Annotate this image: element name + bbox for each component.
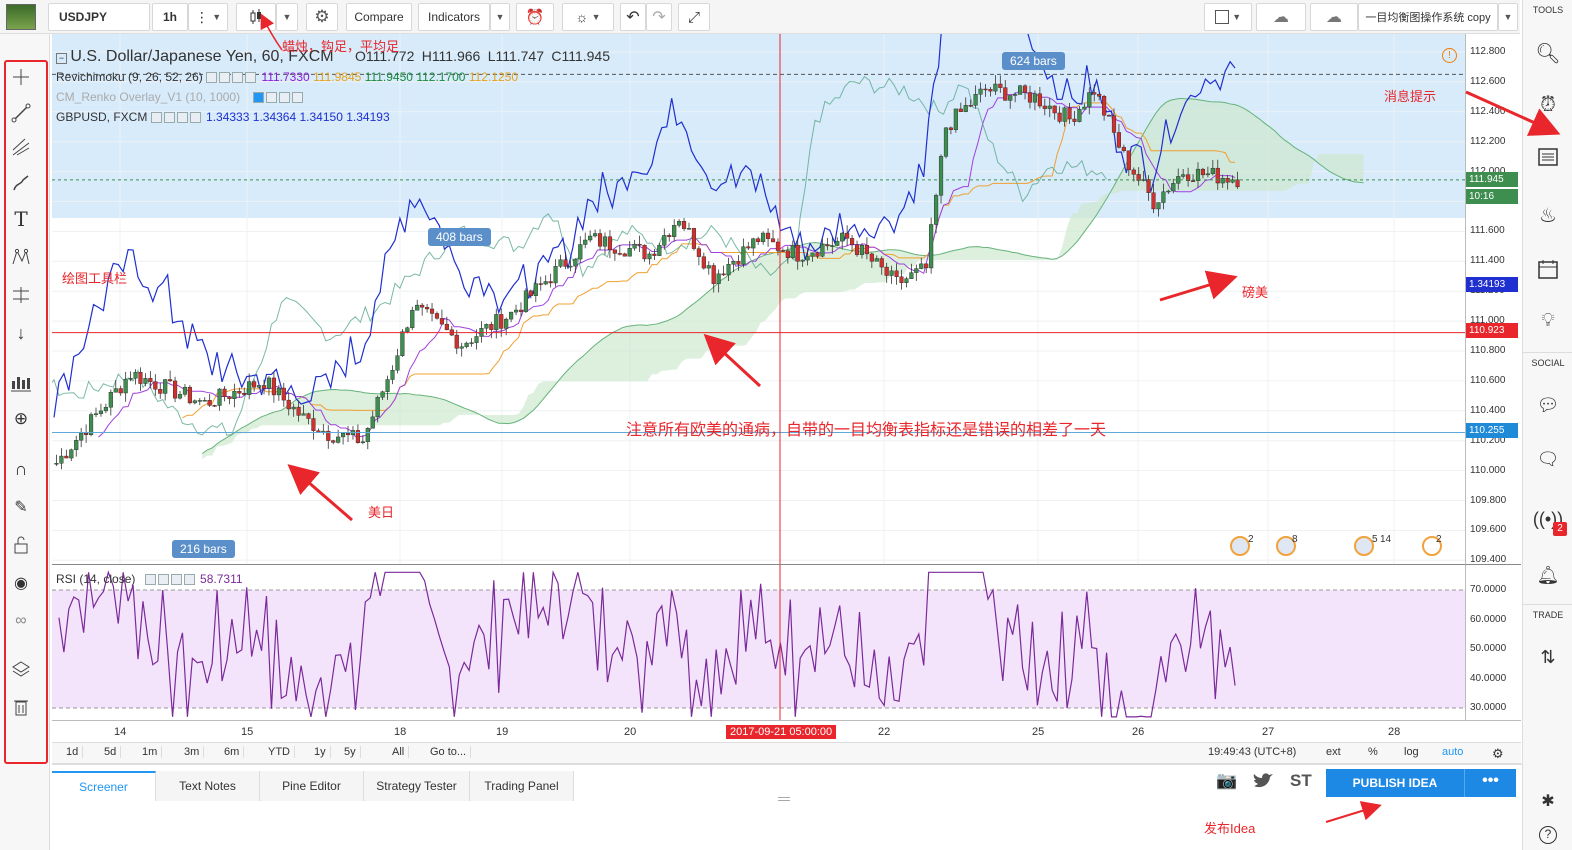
annotation-gbpusd: 磅美 (1242, 285, 1269, 300)
annotation-usdjpy: 美日 (368, 505, 395, 520)
annotation-note: 注意所有欧美的通病，自带的一目均衡表指标还是错误的相差了一天 (626, 422, 1107, 439)
annotation-chart-type: 蜡烛，钩足，平均足 (282, 39, 400, 54)
annotation-news: 消息提示 (1384, 89, 1437, 104)
annotation-publish: 发布Idea (1204, 821, 1256, 836)
annotation-drawing-tools: 绘图工具栏 (62, 271, 128, 286)
